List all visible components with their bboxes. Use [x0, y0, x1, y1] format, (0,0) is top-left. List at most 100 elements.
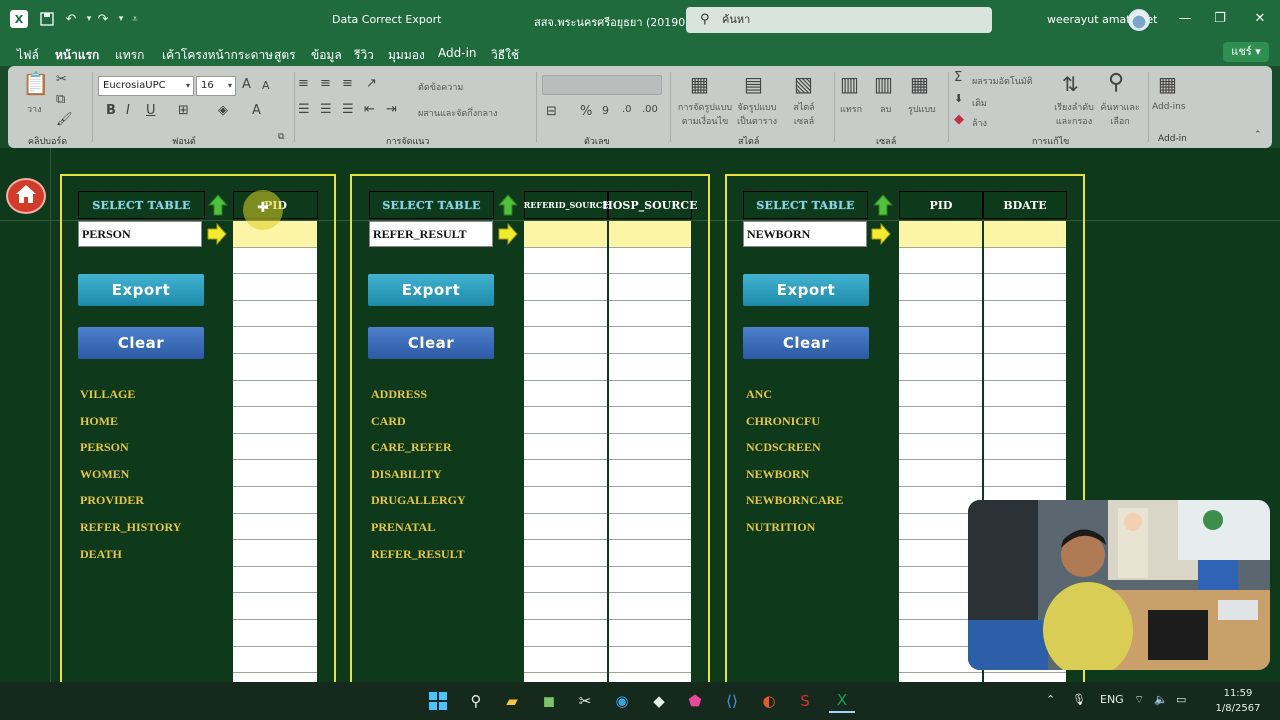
table-cell[interactable]: [609, 407, 691, 434]
table-cell[interactable]: [524, 513, 607, 541]
battery-icon[interactable]: ▭: [1176, 693, 1186, 706]
sort-filter-button[interactable]: เรียงลำดับและกรอง: [1052, 100, 1096, 128]
table-cell[interactable]: [524, 646, 607, 674]
list-item[interactable]: PRENATAL: [371, 514, 466, 541]
table-cell[interactable]: [899, 353, 982, 381]
table-cell[interactable]: [233, 327, 317, 354]
list-item[interactable]: PROVIDER: [80, 487, 181, 514]
volume-icon[interactable]: 🔈: [1154, 693, 1168, 706]
table-cell[interactable]: [899, 407, 982, 434]
table-cell[interactable]: [609, 646, 691, 674]
decrease-indent-icon[interactable]: ⇤: [364, 102, 375, 117]
table-cell[interactable]: [984, 327, 1066, 354]
table-cell[interactable]: [984, 221, 1066, 248]
table-cell[interactable]: [233, 593, 317, 620]
wifi-icon[interactable]: ⌔: [1134, 693, 1144, 707]
save-icon[interactable]: [38, 10, 56, 28]
redo-icon[interactable]: ↷: [94, 10, 112, 28]
table-cell[interactable]: [233, 247, 317, 275]
clear-button[interactable]: Clear: [78, 327, 204, 359]
add-ins-icon[interactable]: ▦: [1158, 72, 1177, 96]
decrease-font-icon[interactable]: A: [262, 79, 270, 92]
table-cell[interactable]: [233, 566, 317, 594]
conditional-formatting-icon[interactable]: ▦: [690, 72, 709, 96]
table-cell[interactable]: [899, 221, 982, 248]
table-cell[interactable]: [233, 300, 317, 328]
table-cell[interactable]: [984, 353, 1066, 381]
table-cell[interactable]: [609, 274, 691, 301]
list-item[interactable]: VILLAGE: [80, 381, 181, 408]
column-cells[interactable]: [609, 221, 691, 682]
table-cell[interactable]: [609, 566, 691, 594]
find-select-icon[interactable]: ⚲: [1108, 70, 1124, 95]
find-select-button[interactable]: ค้นหาและเลือก: [1098, 100, 1142, 128]
list-item[interactable]: PERSON: [80, 434, 181, 461]
home-button[interactable]: [6, 178, 46, 214]
align-bottom-icon[interactable]: ≡: [342, 76, 353, 91]
avatar[interactable]: [1128, 9, 1150, 31]
table-cell[interactable]: [524, 433, 607, 461]
autosum-icon[interactable]: Σ: [954, 70, 962, 85]
store-app-icon[interactable]: ◆: [646, 689, 672, 713]
tab-page-layout[interactable]: เค้าโครงหน้ากระดาษ: [162, 46, 273, 65]
list-item[interactable]: CHRONICFU: [746, 408, 843, 435]
table-cell[interactable]: [233, 460, 317, 487]
list-item[interactable]: REFER_HISTORY: [80, 514, 181, 541]
decrease-decimal-icon[interactable]: .00: [642, 104, 658, 115]
cell-styles-button[interactable]: สไตล์เซลล์: [786, 100, 822, 128]
table-cell[interactable]: [233, 380, 317, 408]
table-cell[interactable]: [609, 619, 691, 647]
table-cell[interactable]: [524, 486, 607, 514]
table-cell[interactable]: [899, 433, 982, 461]
align-middle-icon[interactable]: ≡: [320, 76, 331, 91]
table-cell[interactable]: [524, 327, 607, 354]
add-ins-button[interactable]: Add-ins: [1152, 102, 1186, 112]
list-item[interactable]: CARD: [371, 408, 466, 435]
delete-cells-button[interactable]: ลบ: [880, 102, 891, 116]
search-box[interactable]: ⚲ ค้นหา: [686, 7, 992, 33]
table-cell[interactable]: [233, 221, 317, 248]
paste-icon[interactable]: 📋: [22, 72, 49, 97]
delete-cells-icon[interactable]: ▥: [874, 72, 893, 96]
table-cell[interactable]: [609, 380, 691, 408]
align-top-icon[interactable]: ≡: [298, 76, 309, 91]
table-cell[interactable]: [609, 327, 691, 354]
table-cell[interactable]: [524, 566, 607, 594]
borders-icon[interactable]: ⊞: [178, 103, 189, 118]
table-cell[interactable]: [984, 247, 1066, 275]
language-indicator[interactable]: ENG: [1100, 693, 1124, 706]
table-cell[interactable]: [524, 460, 607, 487]
table-cell[interactable]: [609, 593, 691, 620]
clear-button[interactable]: Clear: [368, 327, 494, 359]
export-button[interactable]: Export: [368, 274, 494, 306]
table-cell[interactable]: [233, 433, 317, 461]
table-cell[interactable]: [524, 274, 607, 301]
close-icon[interactable]: ✕: [1250, 11, 1270, 29]
tab-formulas[interactable]: สูตร: [274, 46, 296, 65]
list-item[interactable]: WOMEN: [80, 461, 181, 488]
table-cell[interactable]: [233, 540, 317, 567]
tab-review[interactable]: รีวิว: [354, 46, 374, 65]
align-right-icon[interactable]: ☰: [342, 102, 354, 117]
list-item[interactable]: DISABILITY: [371, 461, 466, 488]
format-as-table-button[interactable]: จัดรูปแบบเป็นตาราง: [734, 100, 780, 128]
tab-view[interactable]: มุมมอง: [388, 46, 425, 65]
table-cell[interactable]: [609, 247, 691, 275]
autosum-button[interactable]: ผลรวมอัตโนมัติ: [972, 74, 1033, 88]
table-cell[interactable]: [524, 221, 607, 248]
tab-data[interactable]: ข้อมูล: [311, 46, 342, 65]
table-cell[interactable]: [984, 380, 1066, 408]
table-cell[interactable]: [524, 619, 607, 647]
table-cell[interactable]: [609, 460, 691, 487]
fill-icon[interactable]: ⬇: [954, 92, 963, 105]
minimize-icon[interactable]: —: [1175, 11, 1195, 29]
cut-icon[interactable]: ✂: [56, 72, 67, 87]
insert-cells-button[interactable]: แทรก: [840, 102, 862, 116]
font-name-select[interactable]: EucrosiaUPC ▾: [98, 76, 194, 96]
list-item[interactable]: DEATH: [80, 541, 181, 568]
edge-browser-icon[interactable]: ◉: [609, 689, 635, 713]
paste-label[interactable]: วาง: [27, 102, 42, 116]
export-button[interactable]: Export: [743, 274, 869, 306]
list-item[interactable]: DRUGALLERGY: [371, 487, 466, 514]
undo-icon[interactable]: ↶: [62, 10, 80, 28]
